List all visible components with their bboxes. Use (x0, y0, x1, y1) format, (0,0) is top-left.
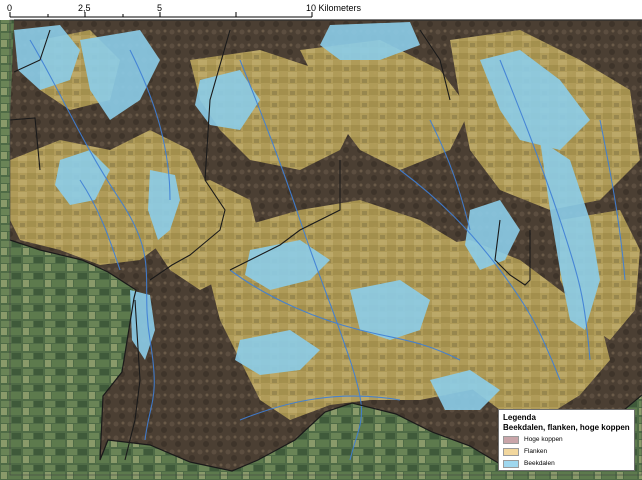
scale-label-5: 5 (157, 3, 163, 13)
legend-item-flanken: Flanken (503, 446, 630, 457)
legend-subtitle: Beekdalen, flanken, hoge koppen (503, 423, 630, 432)
scale-label-10-km: 10 Kilometers (306, 3, 362, 13)
scale-label-0: 0 (7, 3, 13, 13)
legend-title: Legenda (503, 413, 536, 422)
legend-label-flanken: Flanken (524, 448, 548, 455)
map-frame[interactable] (0, 0, 642, 480)
map-legend: Legenda Beekdalen, flanken, hoge koppen … (498, 409, 635, 471)
legend-swatch-flanken (503, 447, 519, 456)
legend-item-beekdalen: Beekdalen (503, 458, 630, 469)
legend-swatch-beekdalen (503, 459, 519, 468)
scale-bar: 0 2,5 5 10 Kilometers (0, 0, 400, 30)
legend-label-beekdalen: Beekdalen (524, 460, 555, 467)
scale-label-2-5: 2,5 (78, 3, 91, 13)
legend-label-hoge-koppen: Hoge koppen (524, 436, 563, 443)
legend-item-hoge-koppen: Hoge koppen (503, 434, 630, 445)
legend-swatch-hoge-koppen (503, 435, 519, 444)
